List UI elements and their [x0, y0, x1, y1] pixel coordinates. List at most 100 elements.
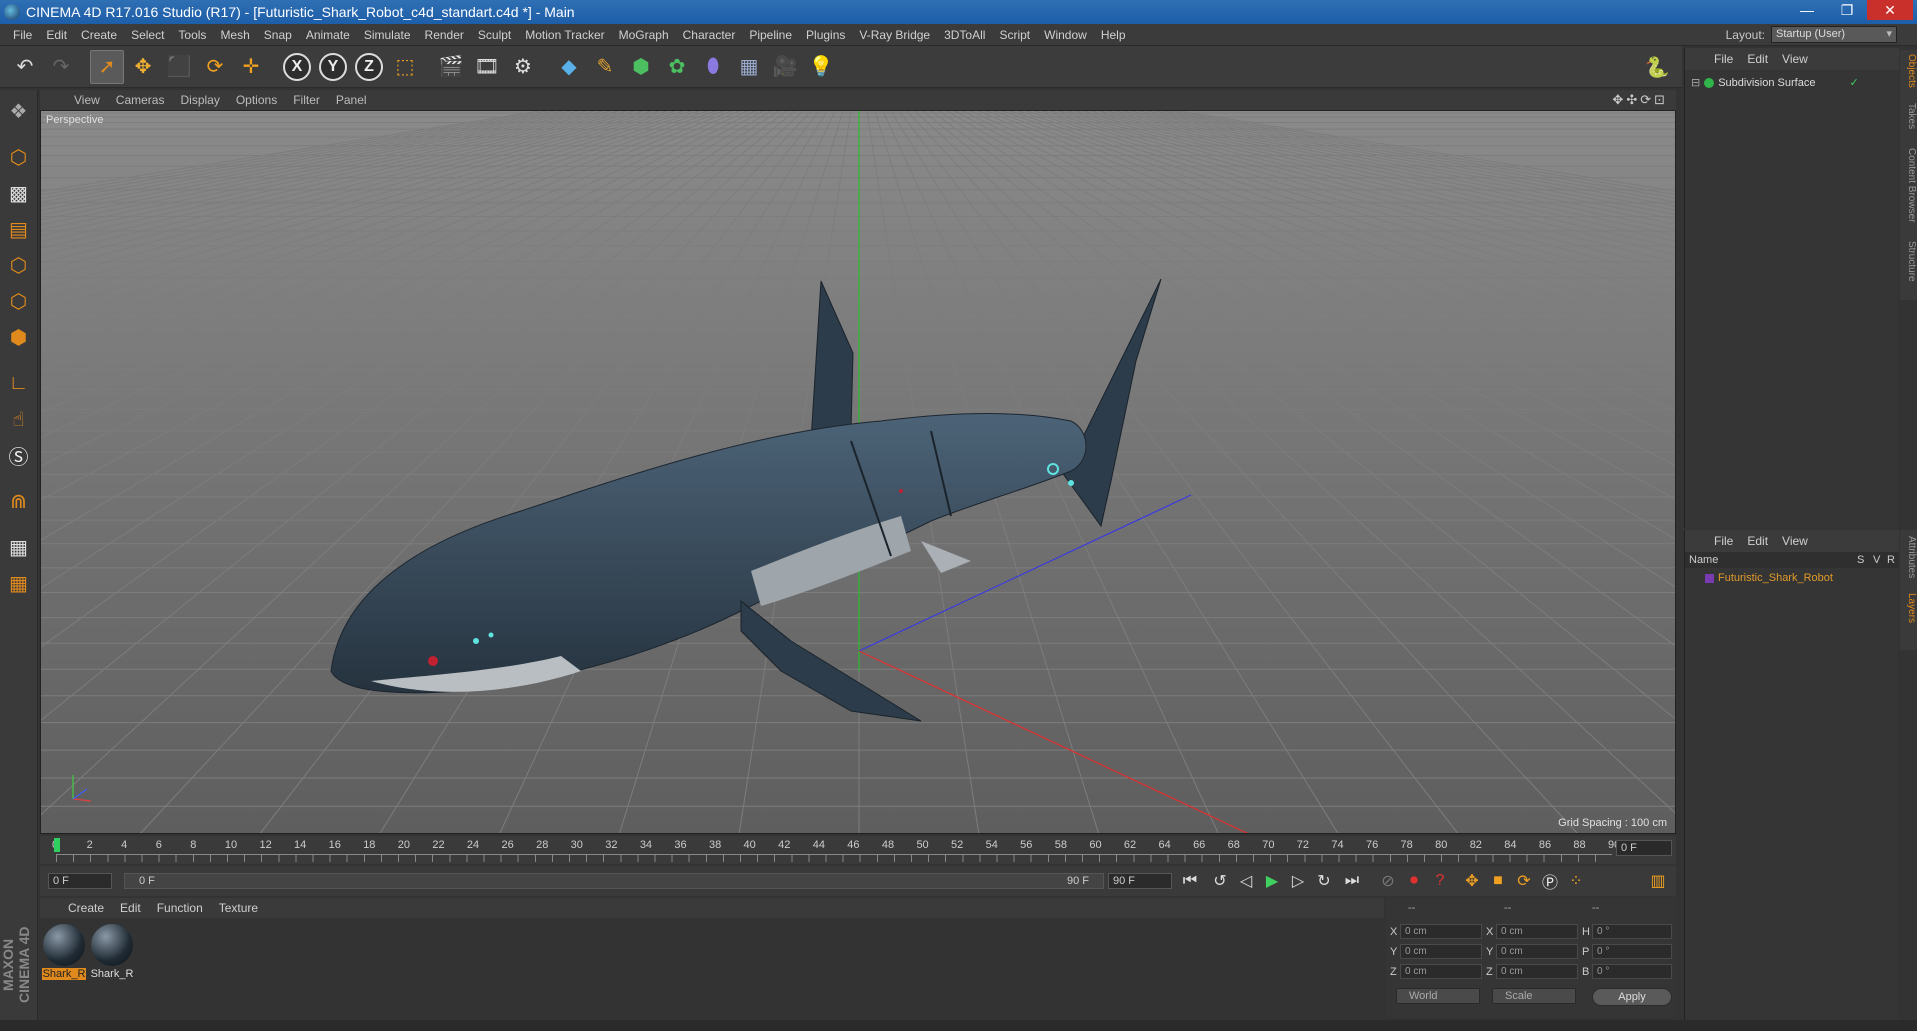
material-menu-function[interactable]: Function — [149, 901, 211, 915]
apply-button[interactable]: Apply — [1592, 988, 1672, 1006]
render-view-icon[interactable]: 🎬 — [434, 50, 468, 84]
snap-magnet-icon[interactable]: ⋒ — [3, 484, 35, 518]
deformer-icon[interactable]: ⬮ — [696, 50, 730, 84]
make-editable-icon[interactable]: ❖ — [3, 94, 35, 128]
render-picture-viewer-icon[interactable]: 🎞 — [470, 50, 504, 84]
object-menu-file[interactable]: File — [1707, 52, 1740, 66]
menu-motion-tracker[interactable]: Motion Tracker — [518, 28, 611, 42]
menu-edit[interactable]: Edit — [39, 28, 74, 42]
preview-range-slider[interactable]: 0 F 90 F — [124, 873, 1104, 889]
position-y-field[interactable]: 0 cm — [1400, 944, 1482, 959]
menu-tools[interactable]: Tools — [171, 28, 213, 42]
object-row-subdivision-surface[interactable]: ⊟ Subdivision Surface ✓ — [1691, 76, 1859, 90]
timeline-playhead[interactable] — [54, 838, 60, 852]
z-axis-lock-button[interactable]: Z — [355, 52, 383, 81]
record-disabled-icon[interactable]: ⊘ — [1376, 870, 1400, 892]
menu-plugins[interactable]: Plugins — [799, 28, 852, 42]
next-frame-icon[interactable]: ▷ — [1286, 870, 1310, 892]
viewport-navigation-icons[interactable]: ✥✣⟳⊡ — [1612, 92, 1668, 108]
python-icon[interactable]: 🐍 — [1640, 50, 1674, 84]
current-frame-field[interactable]: 0 F — [1616, 840, 1672, 856]
end-frame-field[interactable]: 90 F — [1108, 873, 1172, 889]
tweak-mode-icon[interactable]: ☝ — [3, 402, 35, 436]
workplane-align-icon[interactable]: ▦ — [3, 566, 35, 600]
size-y-field[interactable]: 0 cm — [1496, 944, 1578, 959]
object-menu-edit[interactable]: Edit — [1740, 52, 1775, 66]
layout-select[interactable]: Startup (User) — [1771, 26, 1897, 43]
menu-render[interactable]: Render — [418, 28, 471, 42]
menu-select[interactable]: Select — [124, 28, 171, 42]
viewport-menu-panel[interactable]: Panel — [328, 93, 375, 107]
go-to-end-icon[interactable]: ⏭ — [1340, 870, 1364, 892]
material-menu-texture[interactable]: Texture — [211, 901, 266, 915]
menu-mograph[interactable]: MoGraph — [612, 28, 676, 42]
perspective-viewport[interactable]: Perspective Grid Spacing : 100 cm — [40, 110, 1676, 834]
model-mode-icon[interactable]: ⬡ — [3, 140, 35, 174]
viewport-menu-cameras[interactable]: Cameras — [108, 93, 173, 107]
object-menu-view[interactable]: View — [1775, 52, 1815, 66]
redo-icon[interactable]: ↷ — [44, 50, 78, 84]
menu-create[interactable]: Create — [74, 28, 124, 42]
rotation-h-field[interactable]: 0 ° — [1592, 924, 1672, 939]
material-swatch[interactable]: Shark_R — [90, 924, 134, 980]
position-z-field[interactable]: 0 cm — [1400, 964, 1482, 979]
menu-vray-bridge[interactable]: V-Ray Bridge — [852, 28, 937, 42]
spline-pen-icon[interactable]: ✎ — [588, 50, 622, 84]
previous-key-icon[interactable]: ↺ — [1208, 870, 1232, 892]
undo-icon[interactable]: ↶ — [8, 50, 42, 84]
timeline-window-icon[interactable]: ▥ — [1646, 870, 1670, 892]
x-axis-lock-button[interactable]: X — [283, 52, 311, 81]
key-scale-icon[interactable]: ■ — [1486, 870, 1510, 892]
material-menu-edit[interactable]: Edit — [112, 901, 149, 915]
play-icon[interactable]: ▶ — [1260, 870, 1284, 892]
size-x-field[interactable]: 0 cm — [1496, 924, 1578, 939]
light-icon[interactable]: 💡 — [804, 50, 838, 84]
select-tool-icon[interactable]: ➚ — [90, 49, 124, 84]
material-menu-create[interactable]: Create — [60, 901, 112, 915]
autokey-icon[interactable]: ? — [1428, 870, 1452, 892]
workplane-mode-icon[interactable]: ▤ — [3, 212, 35, 246]
points-mode-icon[interactable]: ⬡ — [3, 248, 35, 282]
camera-icon[interactable]: 🎥 — [768, 50, 802, 84]
scale-tool-icon[interactable]: ⬛ — [162, 50, 196, 84]
expand-toggle-icon[interactable]: ⊟ — [1691, 76, 1700, 89]
menu-script[interactable]: Script — [992, 28, 1037, 42]
mograph-cloner-icon[interactable]: ✿ — [660, 50, 694, 84]
tab-layers[interactable]: Layers — [1906, 587, 1917, 629]
next-key-icon[interactable]: ↻ — [1312, 870, 1336, 892]
menu-help[interactable]: Help — [1094, 28, 1133, 42]
minimize-button[interactable]: — — [1787, 0, 1827, 20]
menu-animate[interactable]: Animate — [299, 28, 357, 42]
size-mode-dropdown[interactable]: Scale — [1492, 988, 1576, 1004]
layer-menu-view[interactable]: View — [1775, 534, 1815, 548]
start-frame-field[interactable]: 0 F — [48, 873, 112, 889]
axis-mode-icon[interactable]: ∟ — [3, 366, 35, 400]
solo-mode-icon[interactable]: Ⓢ — [3, 438, 35, 472]
edges-mode-icon[interactable]: ⬡ — [3, 284, 35, 318]
cube-primitive-icon[interactable]: ◆ — [552, 50, 586, 84]
transform-tool-icon[interactable]: ✛ — [234, 50, 268, 84]
rotate-tool-icon[interactable]: ⟳ — [198, 50, 232, 84]
record-keys-icon[interactable]: ⏺ — [1402, 870, 1426, 892]
polygons-mode-icon[interactable]: ⬢ — [3, 320, 35, 354]
go-to-start-icon[interactable]: ⏮ — [1178, 870, 1202, 892]
size-z-field[interactable]: 0 cm — [1496, 964, 1578, 979]
menu-3dtoall[interactable]: 3DToAll — [937, 28, 992, 42]
tab-attributes[interactable]: Attributes — [1906, 530, 1917, 584]
enabled-check-icon[interactable]: ✓ — [1849, 76, 1858, 89]
coordinate-space-dropdown[interactable]: World — [1396, 988, 1480, 1004]
menu-character[interactable]: Character — [676, 28, 743, 42]
key-parameter-icon[interactable]: Ⓟ — [1538, 870, 1562, 892]
timeline[interactable]: 0246810121416182022242628303234363840424… — [40, 836, 1676, 864]
coordinate-system-icon[interactable]: ⬚ — [388, 50, 422, 84]
texture-mode-icon[interactable]: ▩ — [3, 176, 35, 210]
previous-frame-icon[interactable]: ◁ — [1234, 870, 1258, 892]
subdivision-surface-icon[interactable]: ⬢ — [624, 50, 658, 84]
rotation-p-field[interactable]: 0 ° — [1592, 944, 1672, 959]
menu-file[interactable]: File — [6, 28, 39, 42]
key-pla-icon[interactable]: ⁘ — [1564, 870, 1588, 892]
tab-structure[interactable]: Structure — [1906, 233, 1917, 290]
viewport-menu-options[interactable]: Options — [228, 93, 285, 107]
position-x-field[interactable]: 0 cm — [1400, 924, 1482, 939]
workplane-lock-icon[interactable]: ▦ — [3, 530, 35, 564]
